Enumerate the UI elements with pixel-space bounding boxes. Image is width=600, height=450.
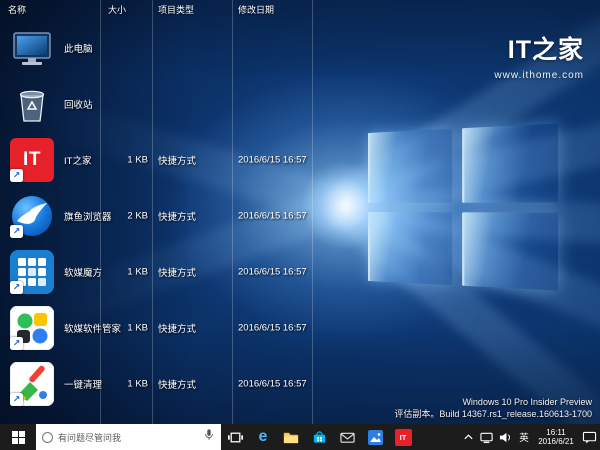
column-header-size[interactable]: 大小 [108, 3, 126, 16]
windows-start-icon [12, 431, 25, 444]
item-label: 软媒魔方 [64, 265, 102, 279]
desktop-item-mofang[interactable]: 软媒魔方 1 KB 快捷方式 2016/6/15 16:57 [0, 244, 420, 300]
build-line2: 评估副本。Build 14367.rs1_release.160613-1700 [394, 408, 592, 420]
item-size: 2 KB [100, 211, 148, 222]
task-view-icon [228, 431, 243, 444]
item-date: 2016/6/15 16:57 [238, 211, 307, 222]
column-headers: 名称 大小 项目类型 修改日期 [0, 0, 600, 17]
taskbar-icon-edge[interactable] [249, 424, 277, 450]
column-header-date[interactable]: 修改日期 [238, 3, 274, 16]
store-icon [312, 430, 327, 444]
desktop-item-this-pc[interactable]: 此电脑 [0, 20, 420, 76]
ithome-url: www.ithome.com [494, 70, 584, 81]
mail-icon [340, 431, 355, 444]
taskbar-icon-photos[interactable] [361, 424, 389, 450]
watermark: IT之家 www.ithome.com [494, 30, 584, 81]
shortcut-arrow-icon [10, 393, 23, 406]
taskbar-spacer [417, 424, 460, 450]
search-box[interactable]: 有问题尽管问我 [36, 424, 221, 450]
desktop-item-ithome[interactable]: IT之家 1 KB 快捷方式 2016/6/15 16:57 [0, 132, 420, 188]
item-label: 此电脑 [64, 41, 93, 55]
item-size: 1 KB [100, 379, 148, 390]
column-header-type[interactable]: 项目类型 [158, 3, 194, 16]
tray-volume-button[interactable] [496, 424, 515, 450]
taskbar: 有问题尽管问我 [0, 424, 600, 450]
network-icon [480, 431, 493, 444]
item-type: 快捷方式 [158, 209, 196, 223]
action-center-icon [582, 431, 597, 444]
taskbar-clock[interactable]: 16:11 2016/6/21 [533, 424, 579, 450]
desktop-item-sailfish-browser[interactable]: 旗鱼浏览器 2 KB 快捷方式 2016/6/15 16:57 [0, 188, 420, 244]
chevron-up-icon [463, 432, 474, 442]
item-label: 回收站 [64, 97, 93, 111]
ime-indicator[interactable]: 英 [515, 424, 533, 450]
column-header-name[interactable]: 名称 [8, 3, 26, 16]
photos-icon [368, 430, 383, 445]
taskbar-icon-mail[interactable] [333, 424, 361, 450]
desktop-item-recycle-bin[interactable]: 回收站 [0, 76, 420, 132]
clock-date: 2016/6/21 [533, 437, 579, 446]
item-date: 2016/6/15 16:57 [238, 267, 307, 278]
item-label: IT之家 [64, 153, 91, 167]
item-date: 2016/6/15 16:57 [238, 379, 307, 390]
edge-icon [259, 428, 268, 446]
system-tray: 英 16:11 2016/6/21 [460, 424, 600, 450]
taskbar-icon-file-explorer[interactable] [277, 424, 305, 450]
ithome-taskbar-icon [395, 429, 412, 446]
tray-chevron-button[interactable] [460, 424, 477, 450]
ithome-logo: IT之家 [494, 30, 584, 66]
desktop-item-one-key-clean[interactable]: 一键清理 1 KB 快捷方式 2016/6/15 16:57 [0, 356, 420, 412]
shortcut-arrow-icon [10, 281, 23, 294]
shortcut-arrow-icon [10, 225, 23, 238]
tray-network-button[interactable] [477, 424, 496, 450]
clock-time: 16:11 [533, 428, 579, 437]
build-watermark: Windows 10 Pro Insider Preview 评估副本。Buil… [394, 396, 592, 420]
speaker-icon [499, 431, 512, 444]
cortana-icon [42, 432, 53, 443]
taskbar-icon-store[interactable] [305, 424, 333, 450]
item-date: 2016/6/15 16:57 [238, 323, 307, 334]
search-placeholder: 有问题尽管问我 [58, 431, 198, 444]
item-type: 快捷方式 [158, 377, 196, 391]
windows-desktop: IT之家 www.ithome.com 名称 大小 项目类型 修改日期 此电脑 [0, 0, 600, 450]
file-explorer-icon [283, 431, 299, 444]
item-label: 一键清理 [64, 377, 102, 391]
action-center-button[interactable] [579, 424, 600, 450]
start-button[interactable] [0, 424, 36, 450]
task-view-button[interactable] [221, 424, 249, 450]
microphone-icon[interactable] [203, 428, 215, 446]
this-pc-icon [10, 26, 54, 70]
item-type: 快捷方式 [158, 265, 196, 279]
desktop-item-software-manager[interactable]: 软媒软件管家 1 KB 快捷方式 2016/6/15 16:57 [0, 300, 420, 356]
item-type: 快捷方式 [158, 321, 196, 335]
taskbar-icon-ithome[interactable] [389, 424, 417, 450]
item-date: 2016/6/15 16:57 [238, 155, 307, 166]
item-size: 1 KB [100, 155, 148, 166]
item-type: 快捷方式 [158, 153, 196, 167]
item-size: 1 KB [100, 267, 148, 278]
build-line1: Windows 10 Pro Insider Preview [394, 396, 592, 408]
recycle-bin-icon [10, 82, 54, 126]
shortcut-arrow-icon [10, 169, 23, 182]
item-size: 1 KB [100, 323, 148, 334]
shortcut-arrow-icon [10, 337, 23, 350]
